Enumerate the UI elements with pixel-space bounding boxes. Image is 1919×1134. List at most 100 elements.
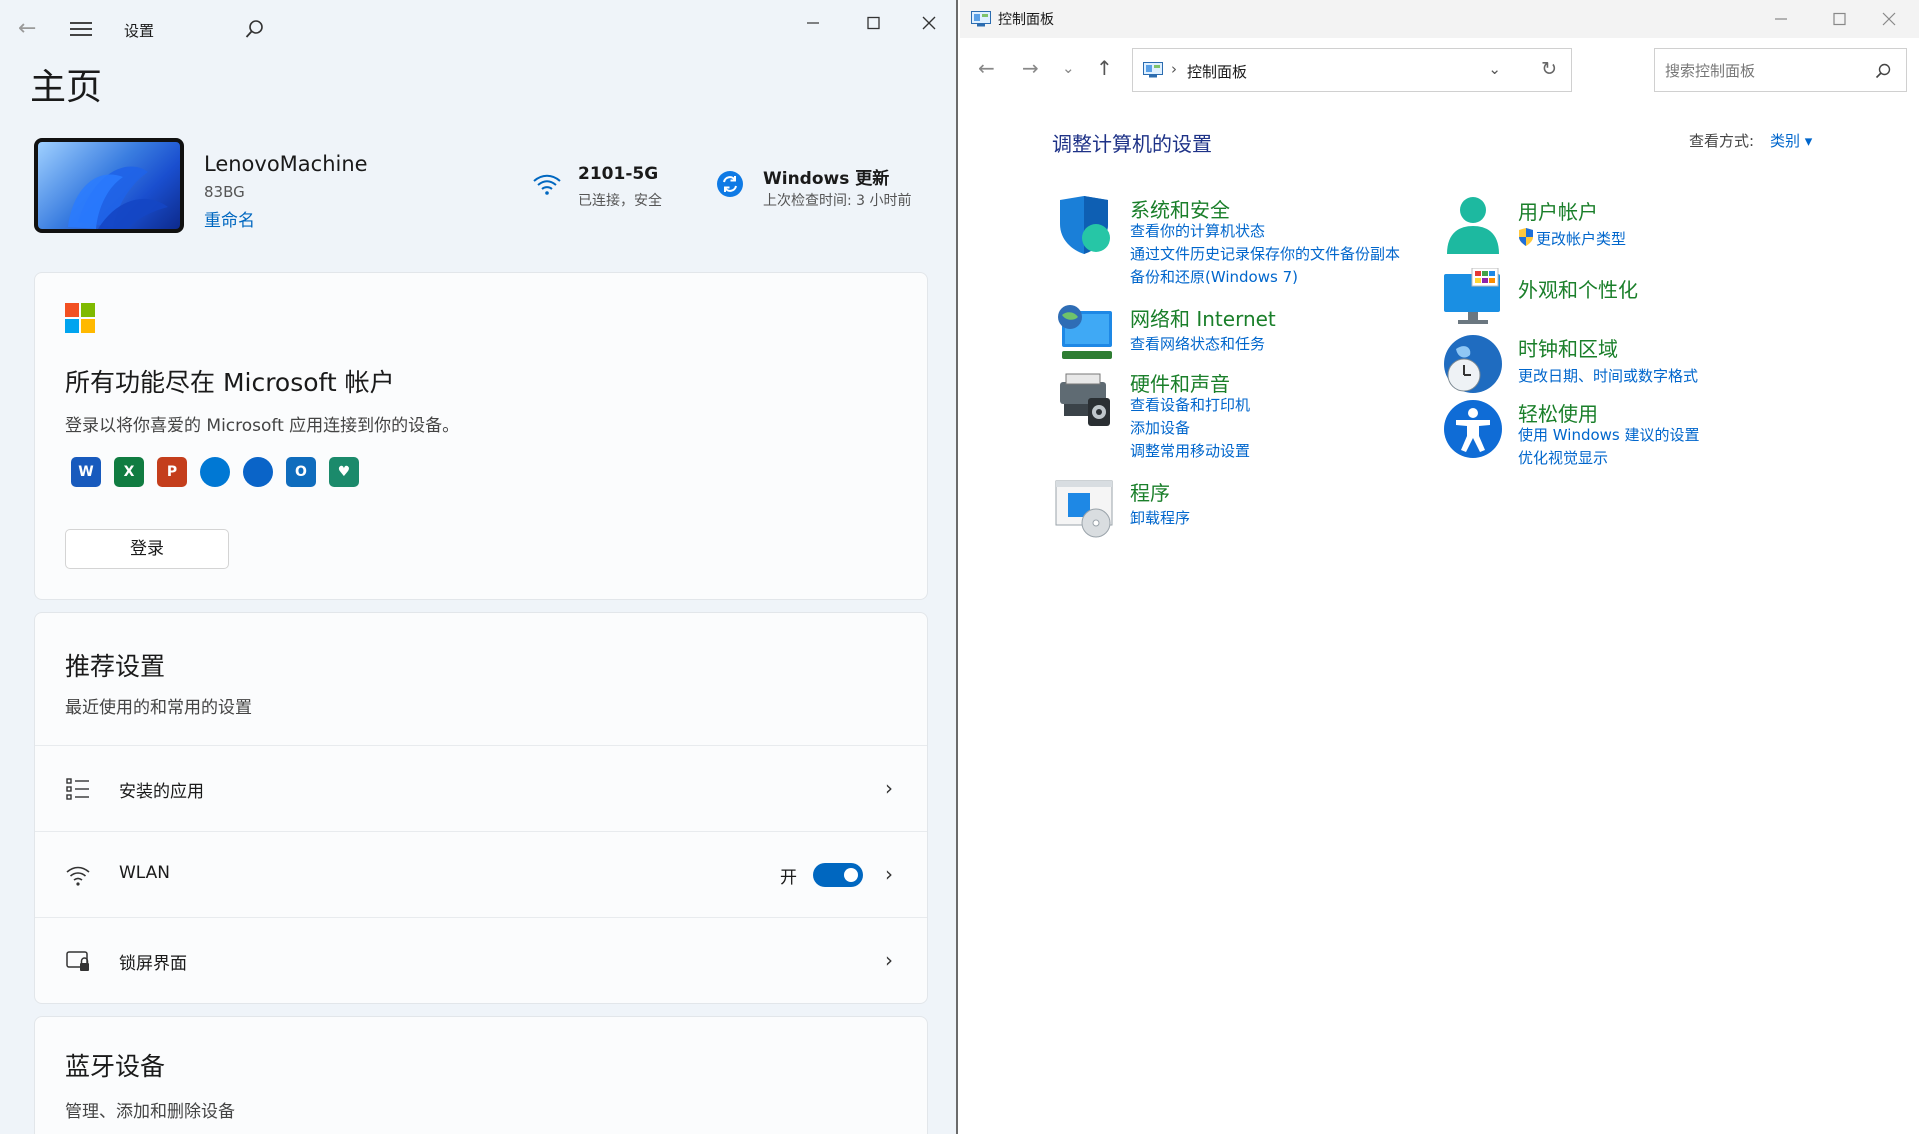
category-link[interactable]: 查看网络状态和任务 — [1130, 333, 1265, 354]
refresh-icon[interactable]: ↻ — [1541, 58, 1557, 80]
category-link[interactable]: 查看你的计算机状态 — [1130, 220, 1265, 241]
view-by-dropdown[interactable]: 类别 ▾ — [1770, 130, 1812, 151]
category-hardware-sound: 硬件和声音 查看设备和打印机 添加设备 调整常用移动设置 — [1054, 368, 1394, 461]
bluetooth-title: 蓝牙设备 — [65, 1052, 166, 1081]
toggle-knob — [844, 868, 858, 882]
category-programs: 程序 卸载程序 — [1054, 477, 1394, 538]
sign-in-button[interactable]: 登录 — [65, 529, 229, 569]
page-title: 调整计算机的设置 — [1052, 132, 1212, 156]
microsoft-logo-icon — [65, 303, 95, 333]
maximize-icon[interactable] — [850, 8, 896, 38]
windows-update-status: 上次检查时间: 3 小时前 — [763, 193, 912, 209]
user-accounts-icon — [1447, 197, 1499, 254]
search-input[interactable] — [1663, 59, 1863, 83]
up-arrow-icon[interactable]: ↑ — [1096, 56, 1113, 80]
onedrive-icon — [243, 457, 273, 487]
forward-arrow-icon[interactable]: → — [1022, 56, 1039, 80]
category-title[interactable]: 用户帐户 — [1518, 196, 1598, 225]
chevron-right-icon: › — [885, 862, 893, 886]
recommended-settings-card: 推荐设置 最近使用的和常用的设置 安装的应用 › WLAN 开 › 锁屏界面 › — [34, 612, 928, 1004]
wifi-status-text: 已连接，安全 — [578, 193, 662, 209]
category-title[interactable]: 程序 — [1130, 477, 1170, 506]
chevron-right-icon: › — [885, 948, 893, 972]
wlan-row[interactable]: WLAN 开 › — [35, 831, 927, 917]
category-link[interactable]: 优化视觉显示 — [1518, 447, 1608, 468]
view-by-label: 查看方式: — [1689, 132, 1755, 150]
apps-list-icon — [66, 778, 89, 800]
category-title[interactable]: 外观和个性化 — [1518, 274, 1638, 303]
system-security-icon — [1060, 196, 1110, 254]
category-link[interactable]: 更改日期、时间或数字格式 — [1518, 365, 1698, 386]
close-icon[interactable] — [906, 8, 952, 38]
minimize-icon[interactable] — [790, 8, 836, 38]
hardware-sound-icon — [1060, 373, 1110, 426]
category-title[interactable]: 轻松使用 — [1518, 398, 1598, 427]
bluetooth-devices-card[interactable]: 蓝牙设备 管理、添加和删除设备 — [34, 1016, 928, 1134]
category-link[interactable]: 更改帐户类型 — [1536, 228, 1626, 249]
page-title: 主页 — [30, 67, 103, 108]
clock-region-icon — [1444, 335, 1502, 393]
category-clock-region: 时钟和区域 更改日期、时间或数字格式 — [1442, 333, 1782, 395]
address-bar[interactable]: › 控制面板 ⌄ ↻ — [1132, 48, 1572, 92]
uac-shield-icon — [1519, 228, 1533, 246]
lock-screen-label: 锁屏界面 — [119, 954, 187, 974]
device-name: LenovoMachine — [204, 152, 368, 176]
defender-icon — [200, 457, 230, 487]
category-system-security: 系统和安全 查看你的计算机状态 通过文件历史记录保存你的文件备份副本 备份和还原… — [1054, 194, 1400, 287]
windows-update-icon[interactable] — [716, 170, 744, 198]
control-panel-icon — [1143, 62, 1163, 78]
settings-titlebar: ← 设置 — [0, 0, 956, 48]
back-arrow-icon[interactable]: ← — [18, 16, 44, 42]
category-title[interactable]: 时钟和区域 — [1518, 333, 1618, 362]
search-icon[interactable] — [1874, 62, 1892, 80]
breadcrumb[interactable]: 控制面板 — [1187, 61, 1247, 82]
recommended-subtitle: 最近使用的和常用的设置 — [65, 698, 252, 718]
category-link[interactable]: 调整常用移动设置 — [1130, 440, 1250, 461]
microsoft-card-title: 所有功能尽在 Microsoft 帐户 — [65, 368, 395, 397]
word-icon: W — [71, 457, 101, 487]
category-appearance: 外观和个性化 — [1442, 268, 1782, 324]
minimize-icon[interactable] — [1752, 4, 1810, 34]
wlan-label: WLAN — [119, 863, 171, 883]
category-link[interactable]: 查看设备和打印机 — [1130, 394, 1250, 415]
chevron-down-icon[interactable]: ⌄ — [1488, 60, 1501, 78]
category-title[interactable]: 系统和安全 — [1130, 194, 1230, 223]
category-link[interactable]: 卸载程序 — [1130, 507, 1190, 528]
category-link[interactable]: 使用 Windows 建议的设置 — [1518, 424, 1700, 445]
excel-icon: X — [114, 457, 144, 487]
bloom-wallpaper-icon — [68, 166, 168, 229]
microsoft-app-icons: W X P O ♥ — [71, 457, 359, 487]
bluetooth-subtitle: 管理、添加和删除设备 — [65, 1102, 235, 1122]
family-icon: ♥ — [329, 457, 359, 487]
control-panel-window: 控制面板 ← → ⌄ ↑ › 控制面板 ⌄ ↻ 调整计算机的设置 查看方式: 类… — [960, 0, 1919, 1134]
windows-update-title[interactable]: Windows 更新 — [763, 164, 889, 189]
wlan-toggle-state: 开 — [780, 868, 797, 888]
lock-screen-row[interactable]: 锁屏界面 › — [35, 917, 927, 1003]
recent-locations-chevron-icon[interactable]: ⌄ — [1062, 59, 1075, 77]
category-title[interactable]: 硬件和声音 — [1130, 368, 1230, 397]
category-title[interactable]: 网络和 Internet — [1130, 303, 1276, 332]
search-box[interactable] — [1654, 48, 1907, 92]
close-icon[interactable] — [1860, 4, 1918, 34]
search-icon[interactable] — [244, 18, 266, 40]
rename-link[interactable]: 重命名 — [204, 206, 255, 231]
recommended-title: 推荐设置 — [65, 652, 166, 681]
wifi-icon[interactable] — [532, 172, 562, 196]
category-link[interactable]: 添加设备 — [1130, 417, 1190, 438]
wifi-icon — [66, 866, 90, 886]
wifi-network-name[interactable]: 2101-5G — [578, 164, 658, 184]
back-arrow-icon[interactable]: ← — [978, 56, 995, 80]
settings-window: ← 设置 主页 LenovoMachine 83BG 重命名 2101-5G 已… — [0, 0, 958, 1134]
microsoft-card-description: 登录以将你喜爱的 Microsoft 应用连接到你的设备。 — [65, 416, 460, 436]
lock-screen-icon — [66, 951, 89, 971]
programs-icon — [1055, 480, 1113, 538]
device-wallpaper-thumbnail — [34, 138, 184, 233]
category-link[interactable]: 备份和还原(Windows 7) — [1130, 266, 1298, 287]
wlan-toggle[interactable] — [813, 863, 863, 887]
installed-apps-label: 安装的应用 — [119, 782, 204, 802]
category-link[interactable]: 通过文件历史记录保存你的文件备份副本 — [1130, 243, 1400, 264]
breadcrumb-separator-icon[interactable]: › — [1171, 60, 1177, 78]
installed-apps-row[interactable]: 安装的应用 › — [35, 745, 927, 831]
hamburger-menu-icon[interactable] — [70, 18, 92, 36]
control-panel-icon — [971, 11, 991, 27]
